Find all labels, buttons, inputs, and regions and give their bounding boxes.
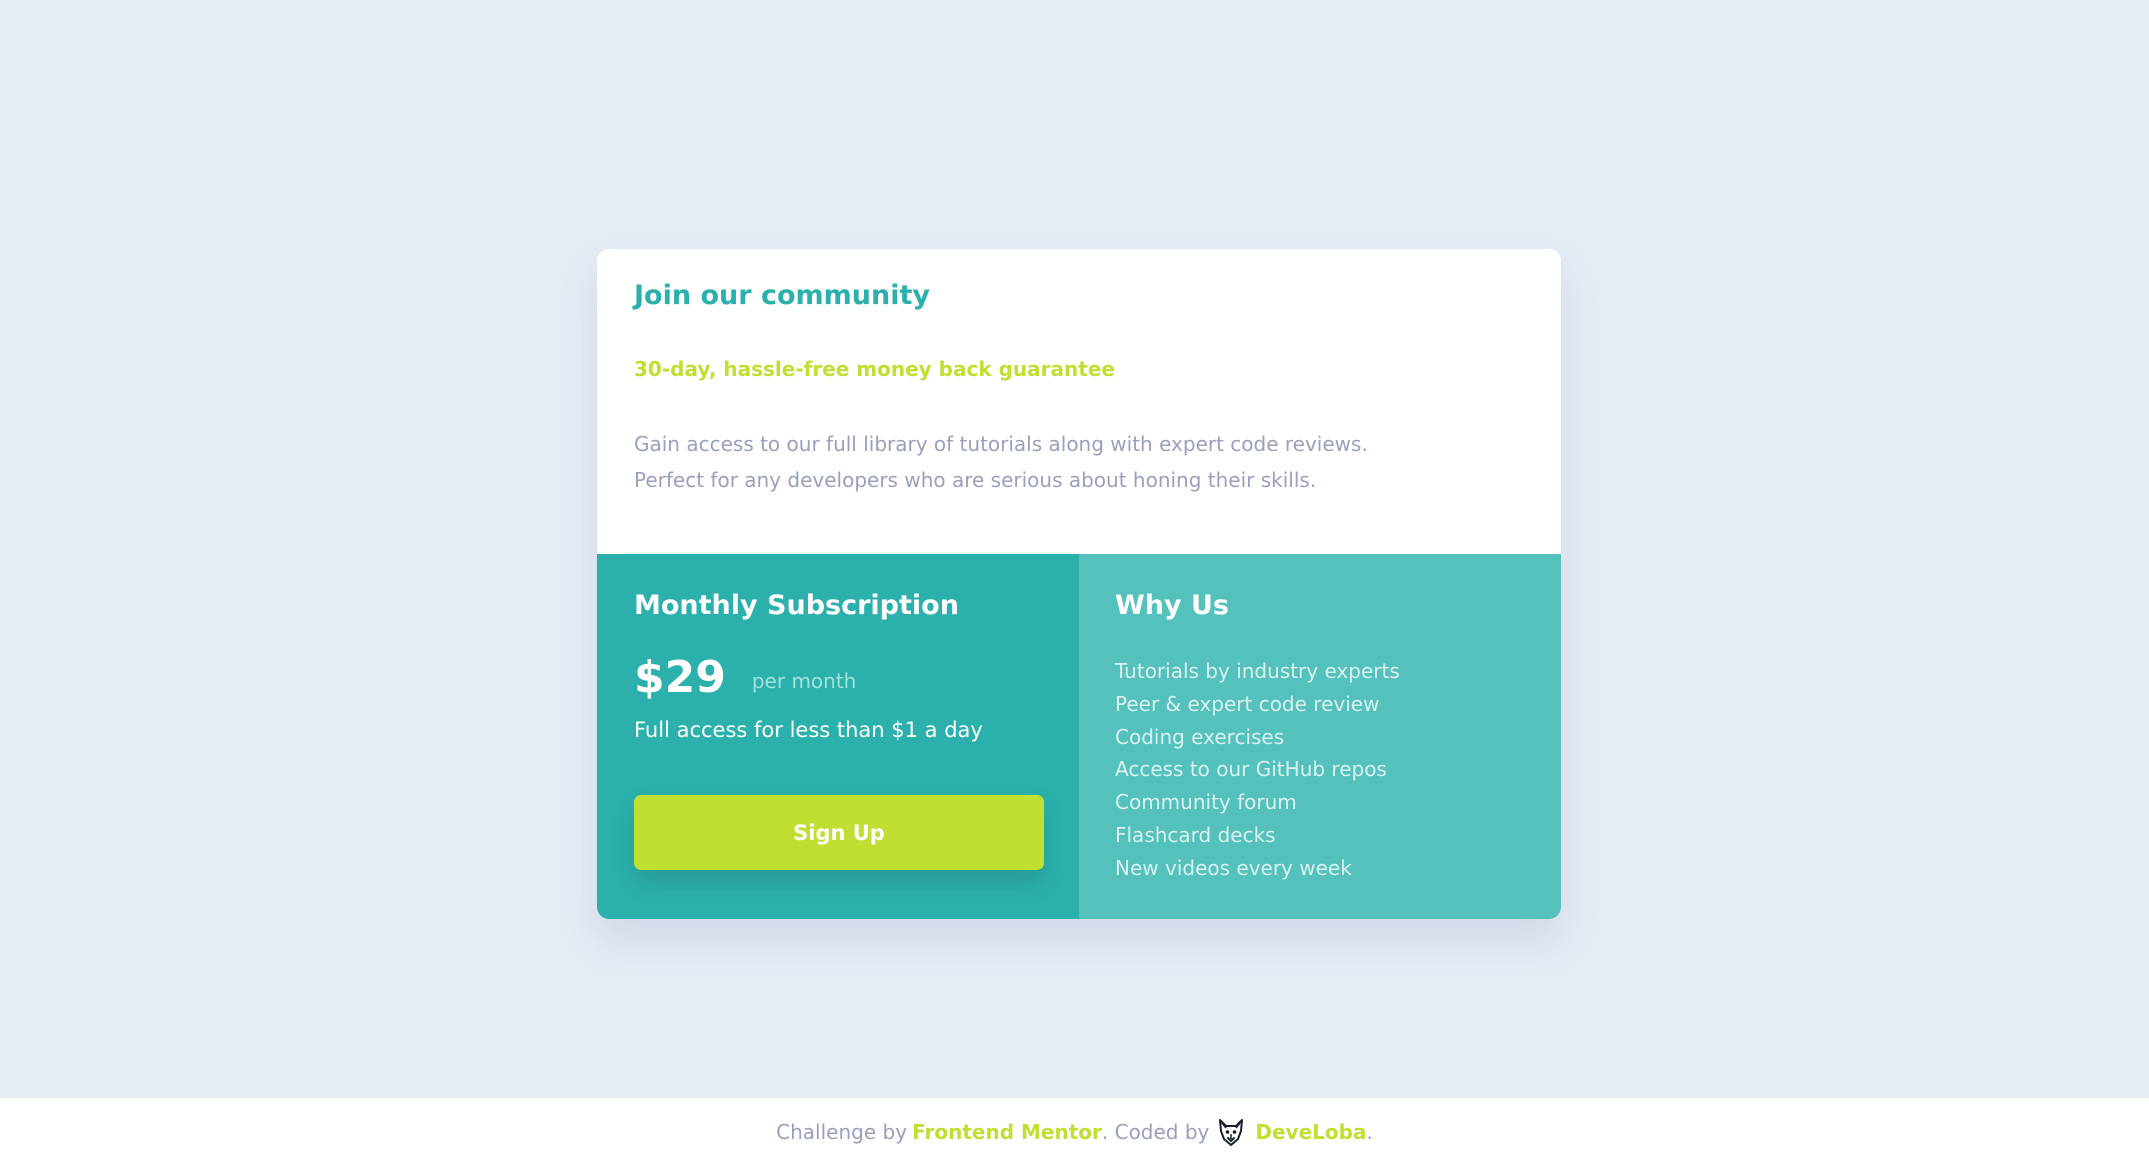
subscription-section: Monthly Subscription $29 per month Full … [597, 554, 1079, 919]
footer-attribution: Challenge by Frontend Mentor. Coded by D… [0, 1098, 2149, 1165]
description-line-1: Gain access to our full library of tutor… [634, 432, 1368, 456]
community-card: Join our community 30-day, hassle-free m… [597, 249, 1561, 919]
why-us-item: Coding exercises [1115, 724, 1285, 749]
frontend-mentor-link[interactable]: Frontend Mentor [912, 1120, 1102, 1144]
card-top-section: Join our community 30-day, hassle-free m… [597, 249, 1561, 554]
challenge-prefix: Challenge by [776, 1119, 908, 1144]
wolf-icon [1216, 1117, 1246, 1147]
card-description: Gain access to our full library of tutor… [634, 426, 1534, 498]
why-us-list: Tutorials by industry experts Peer & exp… [1115, 655, 1400, 885]
price-period: per month [751, 668, 857, 693]
price-value: $29 [634, 652, 726, 703]
why-us-item: Tutorials by industry experts [1115, 659, 1400, 683]
main-area: Join our community 30-day, hassle-free m… [0, 0, 2149, 1098]
price-row: $29 per month [634, 652, 856, 703]
guarantee-text: 30-day, hassle-free money back guarantee [634, 357, 1115, 381]
description-line-2: Perfect for any developers who are serio… [634, 468, 1317, 492]
card-title: Join our community [634, 280, 930, 311]
access-text: Full access for less than $1 a day [634, 718, 983, 742]
coded-by-prefix: . Coded by [1101, 1119, 1210, 1144]
subscription-title: Monthly Subscription [634, 590, 959, 621]
footer-suffix: . [1366, 1119, 1373, 1144]
why-us-section: Why Us Tutorials by industry experts Pee… [1079, 554, 1561, 919]
why-us-item: Flashcard decks [1115, 822, 1276, 847]
why-us-item: Access to our GitHub repos [1115, 757, 1387, 782]
why-us-item: Community forum [1115, 790, 1297, 815]
why-us-item: New videos every week [1115, 855, 1352, 880]
why-us-item: Peer & expert code review [1115, 691, 1380, 716]
develoba-link[interactable]: DeveLoba [1255, 1120, 1366, 1144]
sign-up-button[interactable]: Sign Up [634, 795, 1044, 870]
why-us-title: Why Us [1115, 590, 1229, 621]
